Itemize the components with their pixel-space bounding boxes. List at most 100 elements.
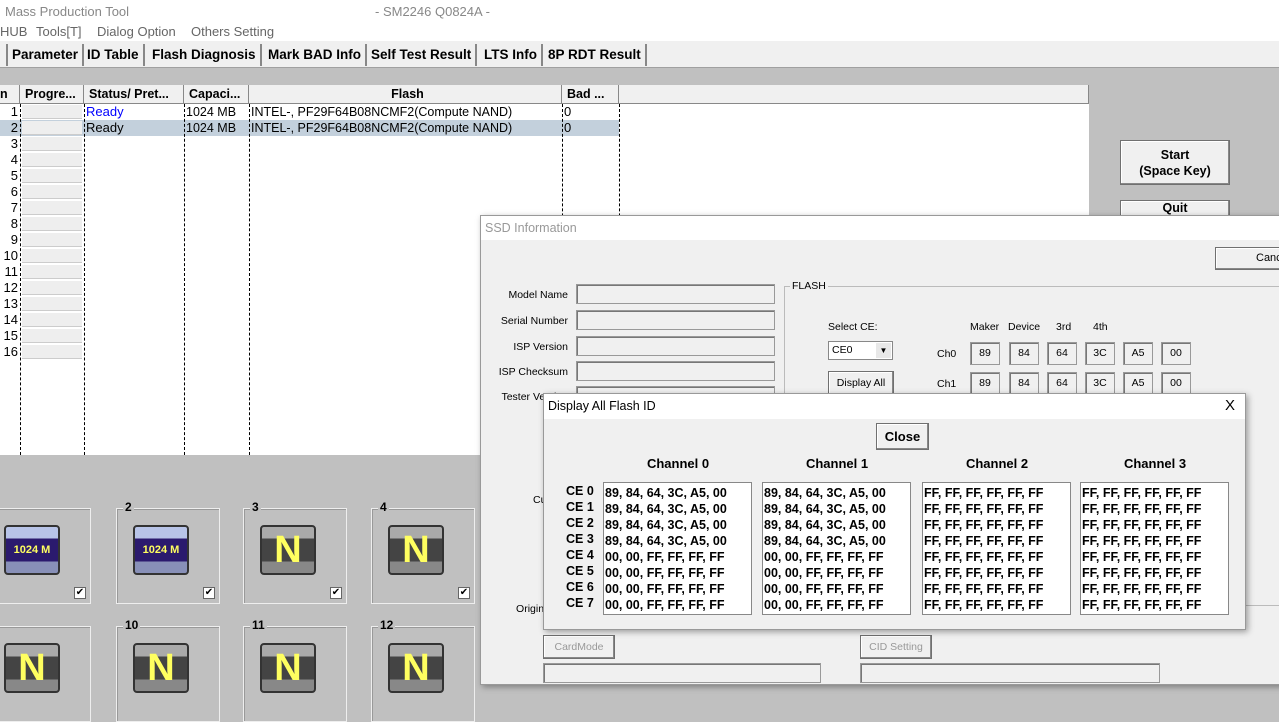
progress-bar [22, 185, 82, 199]
row-number: 12 [3, 280, 18, 295]
field-input[interactable] [576, 284, 775, 304]
row-number: 15 [3, 328, 18, 343]
4th-header: 4th [1093, 321, 1108, 333]
tab-mark-bad-info[interactable]: Mark BAD Info [264, 44, 368, 66]
device-slot[interactable]: 11 N [243, 618, 347, 722]
menu-others-setting[interactable]: Others Setting [191, 24, 274, 39]
chip-icon: N [133, 643, 189, 693]
flash-id-box: 64 [1047, 372, 1077, 395]
table-row[interactable]: 4 [0, 152, 619, 168]
flash-id-box: A5 [1123, 342, 1153, 365]
table-row[interactable]: 2 Ready 1024 MB INTEL-, PF29F64B08NCMF2(Com… [0, 120, 619, 136]
menu-dialog-option[interactable]: Dialog Option [97, 24, 176, 39]
channel-id-list[interactable]: FF, FF, FF, FF, FF, FF FF, FF, FF, FF, F… [1080, 482, 1229, 615]
device-slot[interactable]: 2 1024 M ✔ [116, 500, 220, 604]
field-input[interactable] [576, 361, 775, 381]
chip-icon: N [260, 525, 316, 575]
cardmode-button[interactable]: CardMode [543, 635, 615, 659]
cid-setting-button[interactable]: CID Setting [860, 635, 932, 659]
close-icon[interactable]: X [1225, 397, 1235, 414]
flash-group-label: FLASH [790, 280, 828, 292]
display-all-button[interactable]: Display All [828, 371, 894, 395]
tab-8p-rdt-result[interactable]: 8P RDT Result [544, 44, 647, 66]
table-row[interactable]: 6 [0, 184, 619, 200]
slot-label: 2 [123, 500, 134, 514]
tab-bar: Parameter ID Table Flash Diagnosis Mark … [0, 41, 1279, 68]
ce-label: CE 5 [566, 564, 594, 578]
row-number: 5 [10, 168, 18, 183]
slot-label: 11 [250, 618, 267, 632]
cardmode-select[interactable] [543, 663, 821, 683]
flash-id-box: 64 [1047, 342, 1077, 365]
device-slot[interactable]: N [0, 626, 91, 722]
device-slot[interactable]: 4 N ✔ [371, 500, 475, 604]
tab-lts-info[interactable]: LTS Info [480, 44, 543, 66]
col-header-bad[interactable]: Bad ... [562, 85, 619, 104]
row-number: 6 [10, 184, 18, 199]
col-header-progress[interactable]: Progre... [20, 85, 84, 104]
device-slot[interactable]: 1024 M ✔ [0, 508, 91, 604]
slot-checkbox[interactable]: ✔ [330, 587, 342, 599]
cancel-button[interactable]: Cancel [1215, 247, 1279, 270]
chip-text: N [147, 647, 175, 689]
device-slot[interactable]: 12 N [371, 618, 475, 722]
col-header-status[interactable]: Status/ Pret... [84, 85, 184, 104]
table-row[interactable]: 3 [0, 136, 619, 152]
table-row[interactable]: 1 Ready 1024 MB INTEL-, PF29F64B08NCMF2(Com… [0, 104, 619, 120]
tab-self-test-result[interactable]: Self Test Result [367, 44, 478, 66]
start-button[interactable]: Start (Space Key) [1120, 140, 1230, 185]
field-input[interactable] [576, 336, 775, 356]
chip-text: N [402, 529, 430, 571]
col-header-num[interactable]: n [0, 85, 20, 104]
channel-id-list[interactable]: 89, 84, 64, 3C, A5, 00 89, 84, 64, 3C, A… [603, 482, 752, 615]
flash-id-dialog-title: Display All Flash ID [544, 394, 1245, 419]
channel-id-list[interactable]: FF, FF, FF, FF, FF, FF FF, FF, FF, FF, F… [922, 482, 1071, 615]
slot-checkbox[interactable]: ✔ [203, 587, 215, 599]
row-number: 8 [10, 216, 18, 231]
select-ce-dropdown[interactable]: CE0 ▼ [828, 341, 893, 360]
close-button[interactable]: Close [876, 423, 929, 450]
progress-bar [22, 169, 82, 183]
flash-id-box: A5 [1123, 372, 1153, 395]
col-divider [249, 104, 250, 455]
progress-bar [22, 105, 82, 119]
slot-checkbox[interactable]: ✔ [458, 587, 470, 599]
tab-id-table[interactable]: ID Table [83, 44, 145, 66]
chip-text: N [274, 529, 302, 571]
col-header-flash[interactable]: Flash [249, 85, 562, 104]
device-slot[interactable]: 3 N ✔ [243, 500, 347, 604]
row-number: 10 [3, 248, 18, 263]
tab-parameter[interactable]: Parameter [8, 44, 85, 66]
status-text: Ready [86, 120, 124, 135]
slot-checkbox[interactable]: ✔ [74, 587, 86, 599]
menu-hub[interactable]: HUB [0, 24, 27, 39]
field-input[interactable] [576, 310, 775, 330]
flash-id-box: 84 [1009, 372, 1039, 395]
flash-id-box: 89 [970, 372, 1000, 395]
table-row[interactable]: 7 [0, 200, 619, 216]
slot-label: 3 [250, 500, 261, 514]
field-label: ISP Checksum [498, 366, 568, 378]
chevron-down-icon[interactable]: ▼ [876, 343, 891, 358]
progress-bar [22, 153, 82, 167]
title-bar: Mass Production Tool - SM2246 Q0824A - [0, 0, 1279, 22]
flash-text: INTEL-, PF29F64B08NCMF2(Compute NAND) [251, 121, 513, 135]
col-divider [20, 104, 21, 455]
field-label: Model Name [508, 289, 568, 301]
progress-bar [22, 345, 82, 359]
device-slot[interactable]: 10 N [116, 618, 220, 722]
menu-tools[interactable]: Tools[T] [36, 24, 82, 39]
col-header-capacity[interactable]: Capaci... [184, 85, 249, 104]
progress-bar [22, 265, 82, 279]
tab-flash-diagnosis[interactable]: Flash Diagnosis [148, 44, 262, 66]
table-row[interactable]: 5 [0, 168, 619, 184]
channel-id-list[interactable]: 89, 84, 64, 3C, A5, 00 89, 84, 64, 3C, A… [762, 482, 911, 615]
ce-label: CE 7 [566, 596, 594, 610]
row-number: 2 [10, 120, 18, 135]
field-label: Serial Number [500, 315, 568, 327]
status-text[interactable]: Ready [84, 104, 184, 120]
progress-bar [22, 217, 82, 231]
col-header-empty [619, 85, 1089, 104]
cid-setting-select[interactable] [860, 663, 1160, 683]
ce-label: CE 1 [566, 500, 594, 514]
